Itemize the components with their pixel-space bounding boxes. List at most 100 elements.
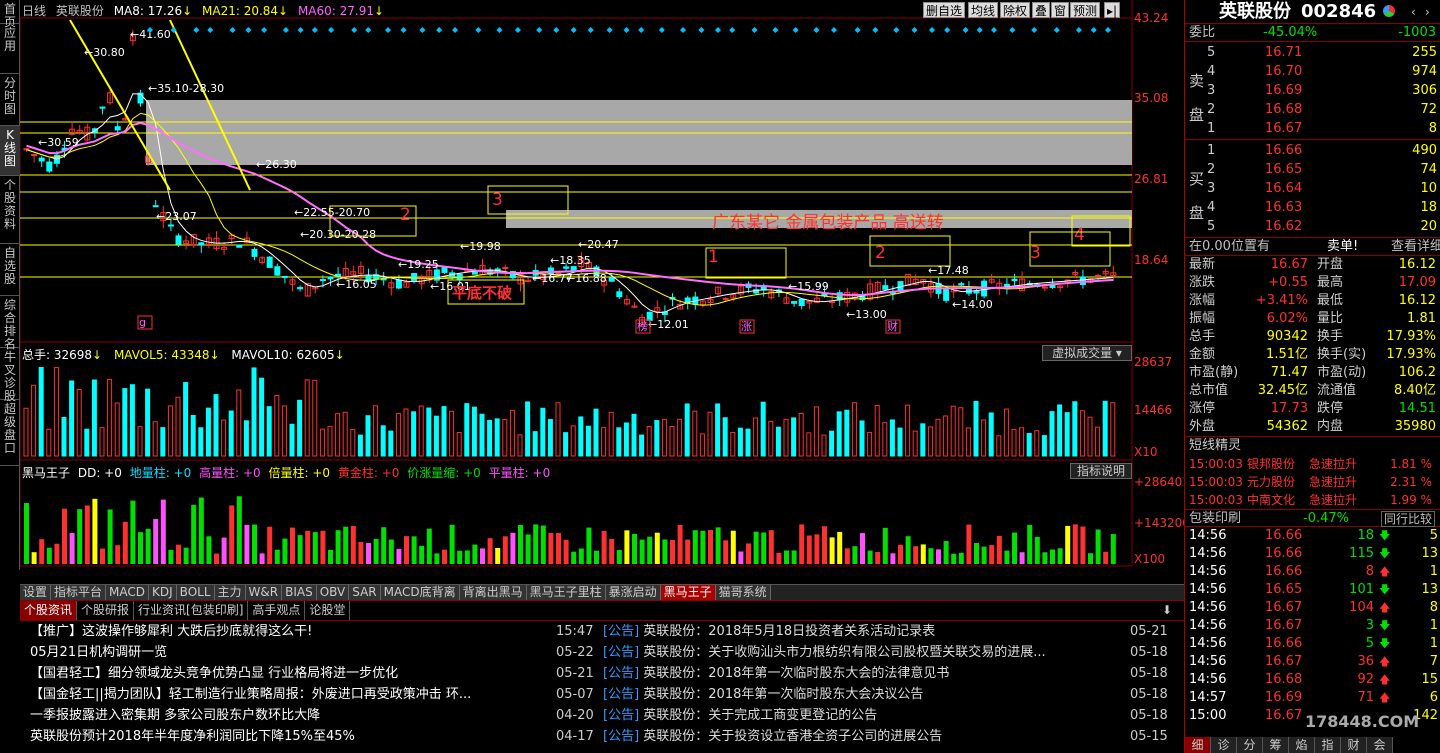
price-axis-label: 18.64 xyxy=(1134,253,1168,267)
info-tab-4[interactable]: 焰 xyxy=(1289,737,1315,753)
info-tab-5[interactable]: 指 xyxy=(1315,737,1341,753)
news-tab-1[interactable]: 个股研报 xyxy=(77,601,135,620)
left-tab-4[interactable]: 个股资料 xyxy=(0,176,20,244)
quote-row: 涨幅 +3.41% 最低 16.12 xyxy=(1189,293,1436,308)
tick-row: 14:56 16.66 115 🡇 13 xyxy=(1189,546,1438,561)
left-tab-3[interactable]: K线图 xyxy=(0,126,20,176)
quote-row: 总市值 32.45亿 流通值 8.40亿 xyxy=(1189,383,1436,398)
weibi-row: 委比 -45.04% -1003 xyxy=(1185,24,1440,42)
volume-mode-select[interactable]: 虚拟成交量 ▾ xyxy=(1042,345,1132,361)
news-tab-3[interactable]: 高手观点 xyxy=(248,601,306,620)
quote-row: 涨停 17.73 跌停 14.51 xyxy=(1189,401,1436,416)
view-detail-link[interactable]: 查看详细 xyxy=(1391,238,1440,256)
stock-title: 英联股份 002846 ‹ › xyxy=(1185,0,1440,24)
indicator-tab-7[interactable]: BIAS xyxy=(282,585,317,600)
news-row[interactable]: 一季报披露进入密集期 多家公司股东户数环比大降 04-20 [公告] 英联股份：关于… xyxy=(20,705,1184,726)
left-tab-5[interactable]: 自选股 xyxy=(0,244,20,296)
news-tab-4[interactable]: 论股堂 xyxy=(305,601,351,620)
chart-canvas[interactable]: ←41.60←30.80←35.10-28.30←30.59←26.30←23.… xyxy=(19,0,1190,583)
info-tab-2[interactable]: 分 xyxy=(1237,737,1263,753)
month-label: 10 xyxy=(98,569,113,570)
indicator-dd: DD: +0 xyxy=(77,466,122,480)
short-row[interactable]: 15:00:03 银邦股份 急速拉升 1.81 % xyxy=(1185,455,1440,473)
indicator-tab-11[interactable]: 背离出黑马 xyxy=(459,585,527,600)
stock-code: 002846 xyxy=(1301,1,1377,22)
indicator-tab-14[interactable]: 黑马王子 xyxy=(660,585,716,600)
price-label: ←35.10-28.30 xyxy=(148,82,224,95)
wave-number: 2 xyxy=(400,205,411,225)
compare-button[interactable]: 同行比较 xyxy=(1381,511,1436,527)
order-row: 4 16.63 18 xyxy=(1207,200,1437,215)
indicator-explain-button[interactable]: 指标说明 xyxy=(1070,463,1132,479)
indicator-tab-10[interactable]: MACD底背离 xyxy=(380,585,460,600)
indicator-tab-9[interactable]: SAR xyxy=(349,585,381,600)
ind-axis-label: +143200 xyxy=(1134,516,1184,530)
mavol10-label: MAVOL10: 62605 xyxy=(231,348,335,362)
left-tab-6[interactable]: 综合排名 xyxy=(0,296,20,351)
left-tab-2[interactable]: 分时图 xyxy=(0,74,20,126)
indicator-tab-1[interactable]: 指标平台 xyxy=(51,585,107,600)
toolbar-button-1[interactable]: 均线 xyxy=(968,2,999,18)
indicator-tab-12[interactable]: 黑马王子里柱 xyxy=(526,585,606,600)
event-marker: 涨 xyxy=(741,320,752,333)
price-label: ←16.88 xyxy=(566,272,607,285)
indicator-tab-8[interactable]: OBV xyxy=(316,585,350,600)
indicator-tab-3[interactable]: KDJ xyxy=(149,585,177,600)
left-tab-0[interactable]: 首页 xyxy=(0,0,20,29)
chevron-right-icon[interactable]: › xyxy=(1425,0,1430,24)
info-tabs: 细诊分筹焰指财会 xyxy=(1185,737,1440,753)
toolbar-button-5[interactable]: 预测 xyxy=(1070,2,1101,18)
news-row[interactable]: 05月21日机构调研一览 05-22 [公告] 英联股份：关于收购汕头市力根纺织有限… xyxy=(20,642,1184,663)
info-tab-7[interactable]: 会 xyxy=(1367,737,1393,753)
left-tab-8[interactable]: 超级盘口 xyxy=(0,400,20,466)
price-label: ←30.59 xyxy=(38,136,79,149)
indicator-tab-4[interactable]: BOLL xyxy=(176,585,215,600)
info-tab-1[interactable]: 诊 xyxy=(1211,737,1237,753)
news-tab-2[interactable]: 行业资讯[包装印刷] xyxy=(134,601,249,620)
price-labels: ←41.60←30.80←35.10-28.30←30.59←26.30←23.… xyxy=(38,28,993,331)
indicator-t5: 价涨量缩: +0 xyxy=(407,466,481,480)
indicator-tabs: 设置 指标平台 MACD KDJ BOLL 主力 W&R BIAS OBV SAR MACD底背离背… xyxy=(20,584,1184,600)
indicator-tab-2[interactable]: MACD xyxy=(106,585,150,600)
left-tab-7[interactable]: 牛叉诊股 xyxy=(0,348,20,403)
tick-row: 14:57 16.69 71 🡅 6 xyxy=(1189,690,1438,705)
indicator-tab-0[interactable]: 设置 xyxy=(20,585,52,600)
toolbar-button-0[interactable]: 删自选 xyxy=(923,2,966,18)
info-tab-0[interactable]: 细 xyxy=(1185,737,1211,753)
news-row[interactable]: 【国金轻工||揭力团队】轻工制造行业策略周报：外废进口再受政策冲击 环... 05… xyxy=(20,684,1184,705)
news-tab-0[interactable]: 个股资讯 xyxy=(20,601,78,620)
indicator-tab-13[interactable]: 暴涨启动 xyxy=(605,585,661,600)
indicator-tab-5[interactable]: 主力 xyxy=(214,585,246,600)
toolbar-button-3[interactable]: 叠 xyxy=(1032,2,1051,18)
price-label: ←13.00 xyxy=(846,308,887,321)
info-tab-3[interactable]: 筹 xyxy=(1263,737,1289,753)
short-row[interactable]: 15:00:03 元力股份 急速拉升 2.31 % xyxy=(1185,473,1440,491)
info-tab-6[interactable]: 财 xyxy=(1341,737,1367,753)
position-row: 在0.00位置有 卖单! 查看详细 xyxy=(1185,238,1440,256)
news-row[interactable]: 【国君轻工】细分领域龙头竞争优势凸显 行业格局将进一步优化 05-21 [公告] 英… xyxy=(20,663,1184,684)
quote-row: 涨跌 +0.55 最高 17.09 xyxy=(1189,275,1436,290)
download-icon[interactable]: ⬇ xyxy=(1162,603,1172,617)
buy-orders: 买盘 1 16.66 490 2 16.65 74 3 16.64 10 4 16.63 18 5 16.6… xyxy=(1185,140,1440,238)
kline-chart-area[interactable]: ←41.60 ←30.80 ←35.10-28.30 ←30.59 ←26.30 ←23.… xyxy=(19,0,1190,583)
left-nav: 首页应用分时图K线图个股资料自选股综合排名牛叉诊股超级盘口 xyxy=(0,0,20,570)
stock-name: 英联股份 xyxy=(1219,1,1291,22)
price-label: ←18.35 xyxy=(550,254,591,267)
toolbar-button-2[interactable]: 除权 xyxy=(1000,2,1031,18)
price-label: ←26.30 xyxy=(256,158,297,171)
indicator-tab-6[interactable]: W&R xyxy=(245,585,283,600)
price-label: ←15.99 xyxy=(788,280,829,293)
left-tab-1[interactable]: 应用 xyxy=(0,24,20,74)
news-row[interactable]: 英联股份预计2018年半年度净利润同比下降15%至45% 04-17 [公告] 英联… xyxy=(20,726,1184,747)
indicator-tab-15[interactable]: 猫哥系统 xyxy=(715,585,771,600)
month-label: 01 xyxy=(456,569,471,570)
toolbar-arrow-icon[interactable]: ▸| xyxy=(1104,2,1121,18)
chevron-left-icon[interactable]: ‹ xyxy=(1411,0,1416,24)
toolbar-button-4[interactable]: 窗 xyxy=(1051,2,1070,18)
short-line-wizard: 短线精灵 15:00:03 银邦股份 急速拉升 1.81 % 15:00:03 元力股份急… xyxy=(1185,436,1440,509)
news-row[interactable]: 【推广】这波操作够犀利 大跌后抄底就得这么干! 15:47 [公告] 英联股份：20… xyxy=(20,621,1184,642)
quote-row: 市盈(静) 71.47 市盈(动) 106.2 xyxy=(1189,365,1436,380)
order-row: 1 16.66 490 xyxy=(1207,143,1437,158)
short-row[interactable]: 15:00:03 中南文化 急速拉升 1.99 % xyxy=(1185,491,1440,509)
quote-row: 总手 90342 换手 17.93% xyxy=(1189,329,1436,344)
